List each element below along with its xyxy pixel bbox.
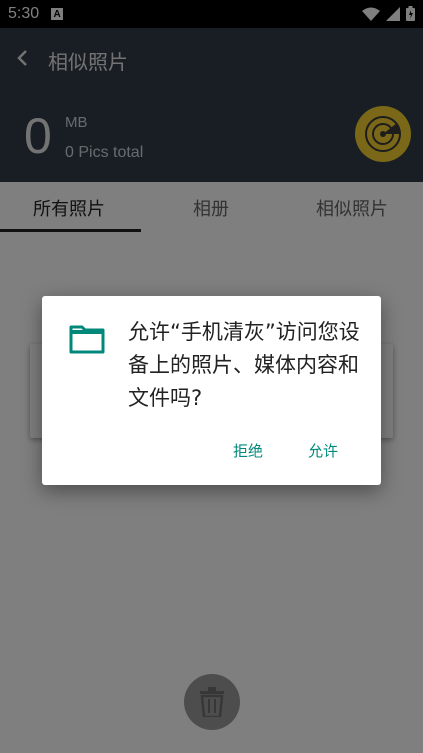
deny-button[interactable]: 拒绝 — [233, 440, 263, 461]
dialog-message: 允许“手机清灰”访问您设备上的照片、媒体内容和文件吗? — [128, 320, 360, 410]
permission-dialog: 允许“手机清灰”访问您设备上的照片、媒体内容和文件吗? 拒绝 允许 — [42, 296, 381, 485]
allow-button[interactable]: 允许 — [308, 440, 338, 461]
folder-icon — [69, 325, 105, 354]
